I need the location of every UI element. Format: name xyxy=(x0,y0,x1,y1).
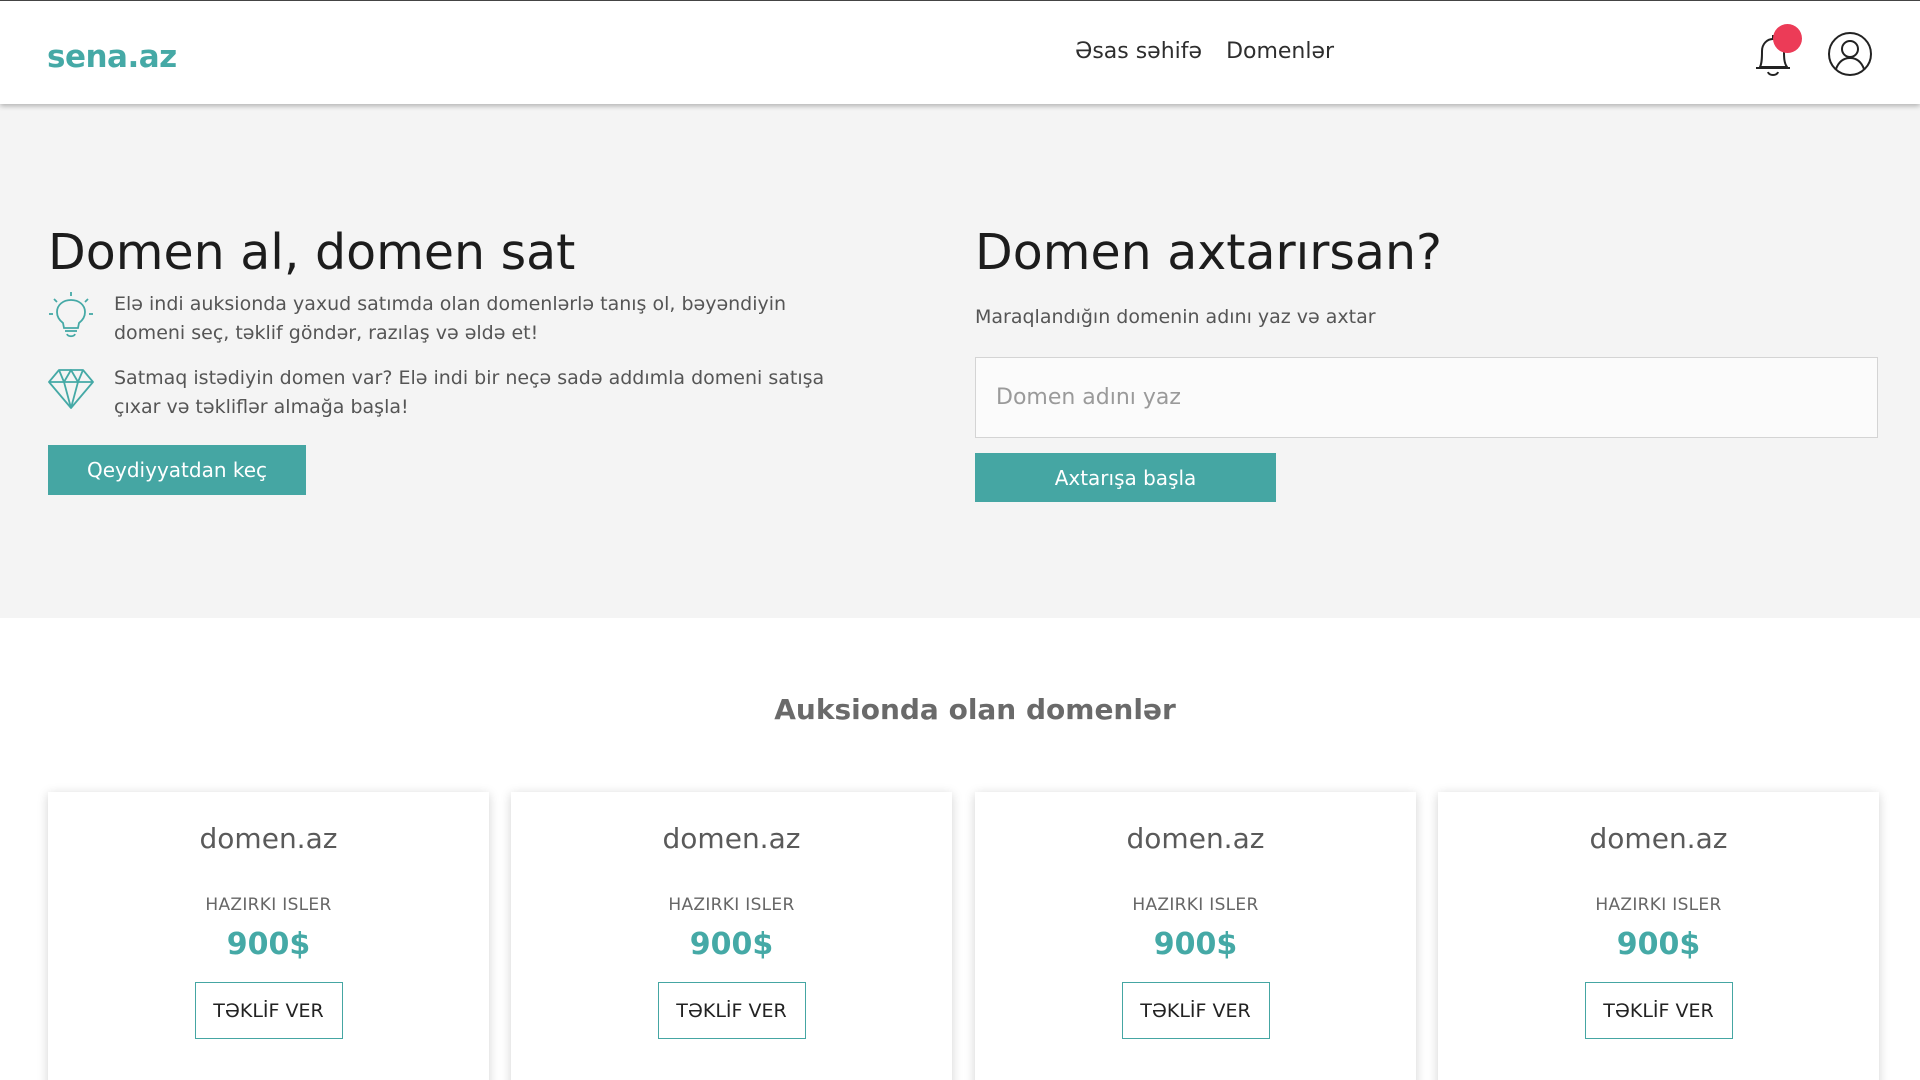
feature-buy-text: Elə indi auksionda yaxud satımda olan do… xyxy=(114,293,787,344)
search-subtitle: Maraqlandığın domenin adını yaz və axtar xyxy=(975,306,1376,328)
diamond-icon xyxy=(48,369,94,409)
domain-search-input[interactable] xyxy=(975,357,1878,438)
nav-link-domains[interactable]: Domenlər xyxy=(1226,39,1334,64)
auction-section-title: Auksionda olan domenlər xyxy=(774,693,1176,726)
hero-title: Domen al, domen sat xyxy=(48,224,576,281)
price-label: HAZIRKI ISLER xyxy=(1595,895,1722,915)
domain-card: domen.az HAZIRKI ISLER 900$ TƏKLİF VER xyxy=(511,792,952,1080)
user-circle-icon[interactable] xyxy=(1826,30,1874,78)
top-navbar: sena.az Əsas səhifə Domenlər xyxy=(0,0,1920,104)
make-offer-button[interactable]: TƏKLİF VER xyxy=(1584,982,1733,1039)
feature-buy: Elə indi auksionda yaxud satımda olan do… xyxy=(48,290,844,348)
main-nav: Əsas səhifə Domenlər xyxy=(1075,39,1334,64)
domain-name[interactable]: domen.az xyxy=(975,822,1416,855)
domain-name[interactable]: domen.az xyxy=(511,822,952,855)
nav-link-home[interactable]: Əsas səhifə xyxy=(1075,39,1202,64)
domain-price: 900$ xyxy=(689,927,774,962)
make-offer-button[interactable]: TƏKLİF VER xyxy=(194,982,343,1039)
domain-name[interactable]: domen.az xyxy=(48,822,489,855)
search-title: Domen axtarırsan? xyxy=(975,224,1443,281)
domain-card: domen.az HAZIRKI ISLER 900$ TƏKLİF VER xyxy=(48,792,489,1080)
notification-badge xyxy=(1773,24,1802,53)
price-label: HAZIRKI ISLER xyxy=(205,895,332,915)
make-offer-button[interactable]: TƏKLİF VER xyxy=(657,982,806,1039)
register-button[interactable]: Qeydiyyatdan keç xyxy=(48,445,306,495)
search-button[interactable]: Axtarışa başla xyxy=(975,453,1276,502)
price-label: HAZIRKI ISLER xyxy=(1132,895,1259,915)
lightbulb-icon xyxy=(49,292,93,338)
domain-price: 900$ xyxy=(226,927,311,962)
domain-card: domen.az HAZIRKI ISLER 900$ TƏKLİF VER xyxy=(1438,792,1879,1080)
domain-name[interactable]: domen.az xyxy=(1438,822,1879,855)
feature-sell-text: Satmaq istədiyin domen var? Elə indi bir… xyxy=(114,367,825,418)
site-logo[interactable]: sena.az xyxy=(47,39,177,75)
make-offer-button[interactable]: TƏKLİF VER xyxy=(1121,982,1270,1039)
price-label: HAZIRKI ISLER xyxy=(668,895,795,915)
domain-price: 900$ xyxy=(1616,927,1701,962)
feature-sell: Satmaq istədiyin domen var? Elə indi bir… xyxy=(48,364,844,422)
domain-card: domen.az HAZIRKI ISLER 900$ TƏKLİF VER xyxy=(975,792,1416,1080)
hero-section: Domen al, domen sat Elə indi auksionda y… xyxy=(0,104,1920,618)
domain-price: 900$ xyxy=(1153,927,1238,962)
